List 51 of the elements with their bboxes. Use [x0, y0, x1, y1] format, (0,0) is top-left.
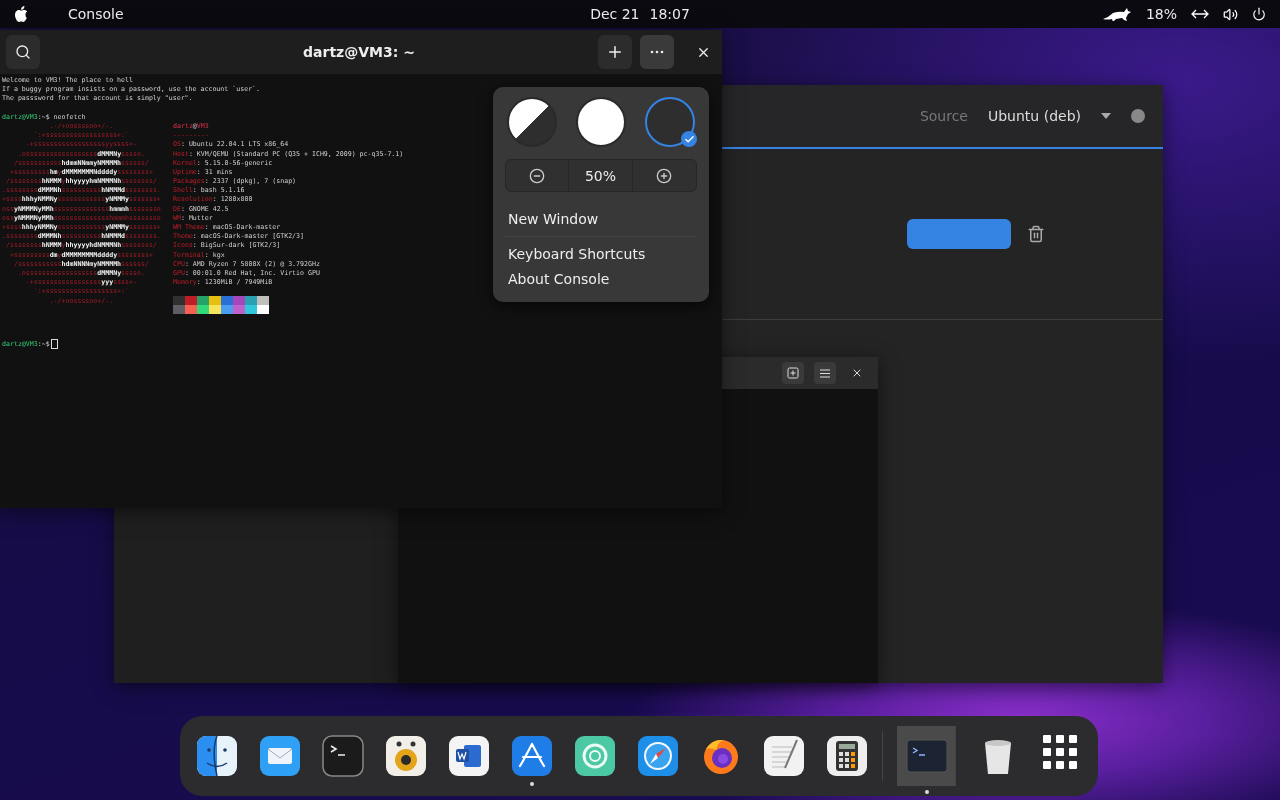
fox-icon[interactable]	[1101, 7, 1132, 21]
plus-square-icon	[787, 367, 799, 379]
menu-button[interactable]	[814, 362, 836, 384]
envelope-icon	[259, 735, 302, 777]
zoom-level: 50%	[569, 160, 633, 192]
power-icon[interactable]	[1252, 7, 1266, 21]
document-icon	[448, 735, 491, 777]
trash-icon[interactable]	[1027, 225, 1045, 243]
menu-icon	[820, 368, 830, 378]
theme-swatch[interactable]	[576, 97, 626, 147]
new-tab-button[interactable]	[782, 362, 804, 384]
dots-icon	[650, 50, 664, 54]
source-dropdown[interactable]: Ubuntu (deb)	[988, 108, 1081, 124]
compass-icon	[637, 735, 680, 777]
running-indicator	[924, 790, 929, 794]
app-name[interactable]: Console	[68, 6, 124, 22]
search-icon	[15, 44, 31, 60]
app-store-icon	[511, 735, 554, 777]
lifebuoy-icon	[574, 735, 617, 777]
face-icon	[196, 735, 239, 777]
menu-item[interactable]: Keyboard Shortcuts	[505, 240, 697, 267]
volume-icon[interactable]	[1223, 6, 1238, 22]
apple-icon[interactable]	[14, 6, 28, 22]
clock-time[interactable]: 18:07	[649, 6, 690, 22]
close-icon	[851, 367, 863, 379]
window-title: dartz@VM3: ~	[302, 44, 416, 60]
cursor	[50, 339, 58, 350]
calculator-icon	[826, 735, 868, 777]
speaker-icon	[385, 735, 428, 777]
theme-swatch[interactable]	[645, 97, 695, 147]
check-badge-icon	[681, 131, 697, 147]
search-button[interactable]	[6, 35, 40, 69]
notepad-icon	[763, 735, 806, 777]
status-dot-icon	[1131, 109, 1145, 123]
source-label: Source	[919, 108, 968, 124]
menu-item[interactable]: About Console	[505, 266, 697, 292]
clock-date[interactable]: Dec 21	[590, 6, 640, 22]
plus-icon	[606, 43, 624, 61]
new-tab-button[interactable]	[598, 35, 632, 69]
minus-circle-icon	[529, 167, 546, 184]
arrows-icon[interactable]	[1191, 9, 1209, 19]
running-indicator	[530, 782, 535, 786]
caret-icon[interactable]	[1101, 113, 1111, 119]
menu-item[interactable]: New Window	[505, 206, 697, 232]
terminal-icon	[905, 739, 948, 773]
app-grid-icon	[1043, 735, 1078, 769]
theme-swatch[interactable]	[507, 97, 557, 147]
dock-item[interactable]	[510, 734, 554, 788]
plus-circle-icon	[656, 167, 673, 184]
battery-percent[interactable]: 18%	[1145, 6, 1177, 22]
terminal-icon	[322, 735, 365, 777]
